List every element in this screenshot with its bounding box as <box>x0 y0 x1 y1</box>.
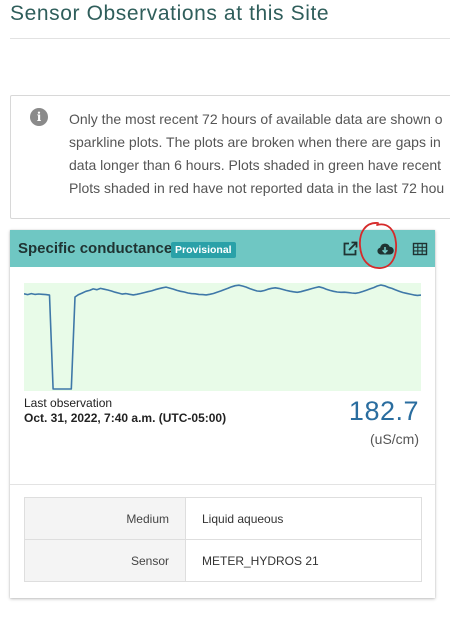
card-header: Specific conductance Provisional <box>10 230 435 267</box>
cloud-download-icon[interactable] <box>376 240 394 258</box>
table-key: Medium <box>24 497 186 540</box>
table-row: Sensor METER_HYDROS 21 <box>24 539 422 582</box>
provisional-badge: Provisional <box>171 242 236 258</box>
last-observation-label: Last observation <box>24 396 113 410</box>
info-icon: i <box>30 108 48 126</box>
value-unit: (uS/cm) <box>370 431 419 447</box>
info-line: Only the most recent 72 hours of availab… <box>69 111 443 127</box>
info-line: data longer than 6 hours. Plots shaded i… <box>69 157 442 173</box>
table-value: Liquid aqueous <box>185 497 422 540</box>
table-key: Sensor <box>24 539 186 582</box>
info-line: sparkline plots. The plots are broken wh… <box>69 134 441 150</box>
sparkline-chart <box>24 283 421 391</box>
last-observation-time: Oct. 31, 2022, 7:40 a.m. (UTC-05:00) <box>24 411 227 425</box>
sensor-card: Specific conductance Provisional Last ob… <box>10 230 435 598</box>
title-divider <box>10 38 450 39</box>
metadata-table: Medium Liquid aqueous Sensor METER_HYDRO… <box>24 497 422 582</box>
sparkline-shading <box>24 283 421 391</box>
table-row: Medium Liquid aqueous <box>24 497 422 540</box>
info-line: Plots shaded in red have not reported da… <box>69 180 445 196</box>
latest-value: 182.7 <box>348 396 419 426</box>
table-value: METER_HYDROS 21 <box>185 539 422 582</box>
info-text: Only the most recent 72 hours of availab… <box>69 108 444 200</box>
info-box: i Only the most recent 72 hours of avail… <box>10 95 450 219</box>
table-icon[interactable] <box>411 240 429 258</box>
card-title: Specific conductance <box>18 240 173 257</box>
card-divider <box>10 484 435 485</box>
page-title: Sensor Observations at this Site <box>10 2 330 25</box>
external-link-icon[interactable] <box>341 240 359 258</box>
